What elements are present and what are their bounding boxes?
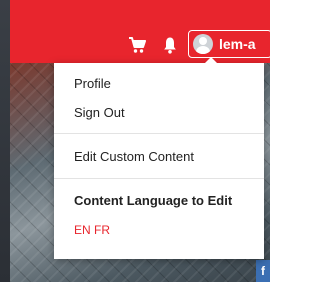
menu-item-profile[interactable]: Profile — [74, 76, 111, 91]
top-header-bar: lem-a — [10, 0, 270, 63]
user-name: lem-a — [219, 36, 256, 52]
user-dropdown-menu: Profile Sign Out Edit Custom Content Con… — [54, 57, 264, 259]
page: lem-a f Profile Sign Out Edit Custom Con… — [0, 0, 270, 282]
menu-item-edit-custom-content[interactable]: Edit Custom Content — [74, 149, 194, 164]
menu-divider — [54, 178, 264, 179]
facebook-badge[interactable]: f — [256, 260, 270, 282]
avatar — [193, 34, 213, 54]
language-option-fr[interactable]: FR — [94, 223, 110, 237]
menu-item-sign-out[interactable]: Sign Out — [74, 105, 125, 120]
bell-icon[interactable] — [163, 36, 177, 54]
language-options: EN FR — [74, 223, 110, 237]
content-language-heading: Content Language to Edit — [74, 193, 233, 208]
language-option-en[interactable]: EN — [74, 223, 91, 237]
shopping-cart-icon[interactable] — [128, 36, 146, 54]
menu-divider — [54, 133, 264, 134]
user-menu-button[interactable]: lem-a — [188, 30, 270, 58]
